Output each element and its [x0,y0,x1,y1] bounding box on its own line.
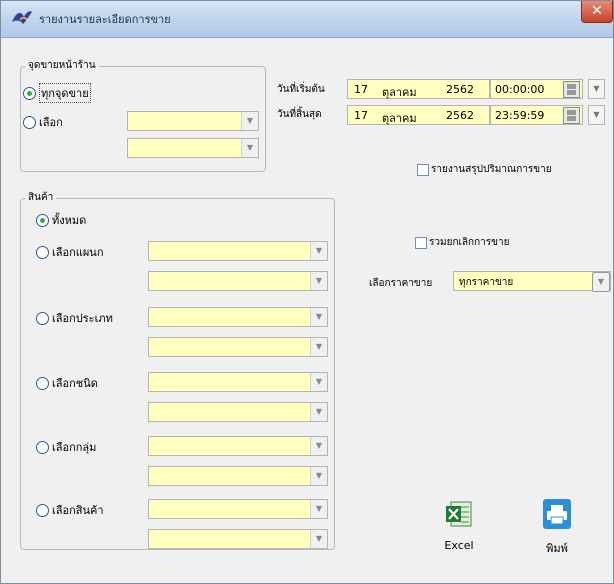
product-combo-2[interactable]: ▼ [148,529,328,549]
app-bird-icon [12,11,32,24]
kind-combo-1[interactable]: ▼ [148,372,328,392]
radio-kind-label: เลือกชนิด [52,377,98,390]
chevron-down-icon[interactable]: ▼ [241,139,258,157]
radio-unselected-icon [36,311,49,325]
chevron-down-icon[interactable]: ▼ [592,272,610,292]
end-time[interactable]: 23:59:59 [495,109,544,122]
start-date-field[interactable]: 17 ตุลาคม 2562 [347,79,490,99]
start-date-label: วันที่เริ่มต้น [277,84,325,95]
radio-selected-icon [36,213,49,227]
include-cancel-label: รวมยกเลิกการขาย [429,237,510,248]
radio-select-store[interactable]: เลือก [23,113,63,131]
radio-all-products[interactable]: ทั้งหมด [36,211,86,229]
radio-kind[interactable]: เลือกชนิด [36,374,98,392]
end-date-dropdown-button[interactable]: ▼ [588,105,605,125]
chevron-down-icon[interactable]: ▼ [310,338,327,356]
group-combo-2[interactable]: ▼ [148,466,328,486]
excel-icon [446,501,472,527]
radio-type[interactable]: เลือกประเภท [36,309,113,327]
kind-combo-2[interactable]: ▼ [148,402,328,422]
chevron-down-icon[interactable]: ▼ [310,242,327,260]
print-label: พิมพ์ [546,542,568,555]
radio-type-label: เลือกประเภท [52,312,113,325]
radio-unselected-icon [36,440,49,454]
close-icon: ✕ [591,3,603,19]
chevron-down-icon[interactable]: ▼ [310,272,327,290]
store-group-legend: จุดขายหน้าร้าน [25,58,99,73]
chevron-down-icon[interactable]: ▼ [310,308,327,326]
radio-all-stores[interactable]: ทุกจุดขาย [23,83,91,103]
start-time-spinner-icon[interactable] [563,81,580,98]
radio-product[interactable]: เลือกสินค้า [36,501,104,519]
close-button[interactable]: ✕ [581,1,613,23]
chevron-down-icon[interactable]: ▼ [310,403,327,421]
chevron-down-icon: ▼ [593,110,600,119]
radio-group[interactable]: เลือกกลุ่ม [36,438,96,456]
store-combo-1[interactable]: ▼ [127,111,259,131]
type-combo-1[interactable]: ▼ [148,307,328,327]
print-button[interactable]: พิมพ์ [537,499,577,557]
end-year[interactable]: 2562 [446,109,474,122]
chevron-down-icon[interactable]: ▼ [310,500,327,518]
chevron-down-icon: ▼ [593,84,600,93]
end-time-spinner-icon[interactable] [563,107,580,124]
department-combo-2[interactable]: ▼ [148,271,328,291]
group-combo-1[interactable]: ▼ [148,436,328,456]
checkbox-empty-icon [417,163,429,176]
chevron-down-icon[interactable]: ▼ [310,437,327,455]
price-combo[interactable]: ทุกราคาขาย ▼ [453,271,611,292]
radio-department-label: เลือกแผนก [52,246,104,259]
radio-unselected-icon [36,245,49,259]
titlebar: รายงานรายละเอียดการขาย ✕ [1,1,613,38]
price-label: เลือกราคาขาย [369,278,433,289]
type-combo-2[interactable]: ▼ [148,337,328,357]
start-time-field[interactable]: 00:00:00 [490,79,583,99]
radio-group-label: เลือกกลุ่ม [52,441,97,454]
checkbox-empty-icon [415,236,427,249]
radio-selected-icon [23,86,36,100]
store-combo-2[interactable]: ▼ [127,138,259,158]
start-day[interactable]: 17 [354,83,368,96]
product-group-legend: สินค้า [25,190,57,205]
end-date-label: วันที่สิ้นสุด [277,109,322,120]
chevron-down-icon[interactable]: ▼ [241,112,258,130]
printer-icon [543,499,571,529]
start-date-dropdown-button[interactable]: ▼ [588,79,605,99]
price-value: ทุกราคาขาย [459,277,514,288]
include-cancel-checkbox[interactable]: รวมยกเลิกการขาย [415,235,509,250]
summary-qty-checkbox[interactable]: รายงานสรุปปริมาณการขาย [417,162,552,177]
radio-product-label: เลือกสินค้า [52,504,104,517]
department-combo-1[interactable]: ▼ [148,241,328,261]
start-year[interactable]: 2562 [446,83,474,96]
radio-select-store-label: เลือก [39,116,63,129]
radio-unselected-icon [23,115,36,129]
radio-unselected-icon [36,376,49,390]
end-month[interactable]: ตุลาคม [382,109,417,127]
excel-button[interactable]: Excel [437,499,481,552]
end-day[interactable]: 17 [354,109,368,122]
radio-unselected-icon [36,503,49,517]
start-month[interactable]: ตุลาคม [382,83,417,101]
excel-label: Excel [444,539,474,552]
report-window: รายงานรายละเอียดการขาย ✕ จุดขายหน้าร้าน … [0,0,614,584]
end-date-field[interactable]: 17 ตุลาคม 2562 [347,105,490,125]
start-time[interactable]: 00:00:00 [495,83,544,96]
summary-qty-label: รายงานสรุปปริมาณการขาย [431,164,552,175]
chevron-down-icon[interactable]: ▼ [310,373,327,391]
product-combo-1[interactable]: ▼ [148,499,328,519]
chevron-down-icon[interactable]: ▼ [310,467,327,485]
chevron-down-icon[interactable]: ▼ [310,530,327,548]
radio-all-stores-label: ทุกจุดขาย [39,83,91,103]
radio-all-products-label: ทั้งหมด [52,214,87,227]
end-time-field[interactable]: 23:59:59 [490,105,583,125]
window-title: รายงานรายละเอียดการขาย [39,13,171,26]
radio-department[interactable]: เลือกแผนก [36,243,103,261]
